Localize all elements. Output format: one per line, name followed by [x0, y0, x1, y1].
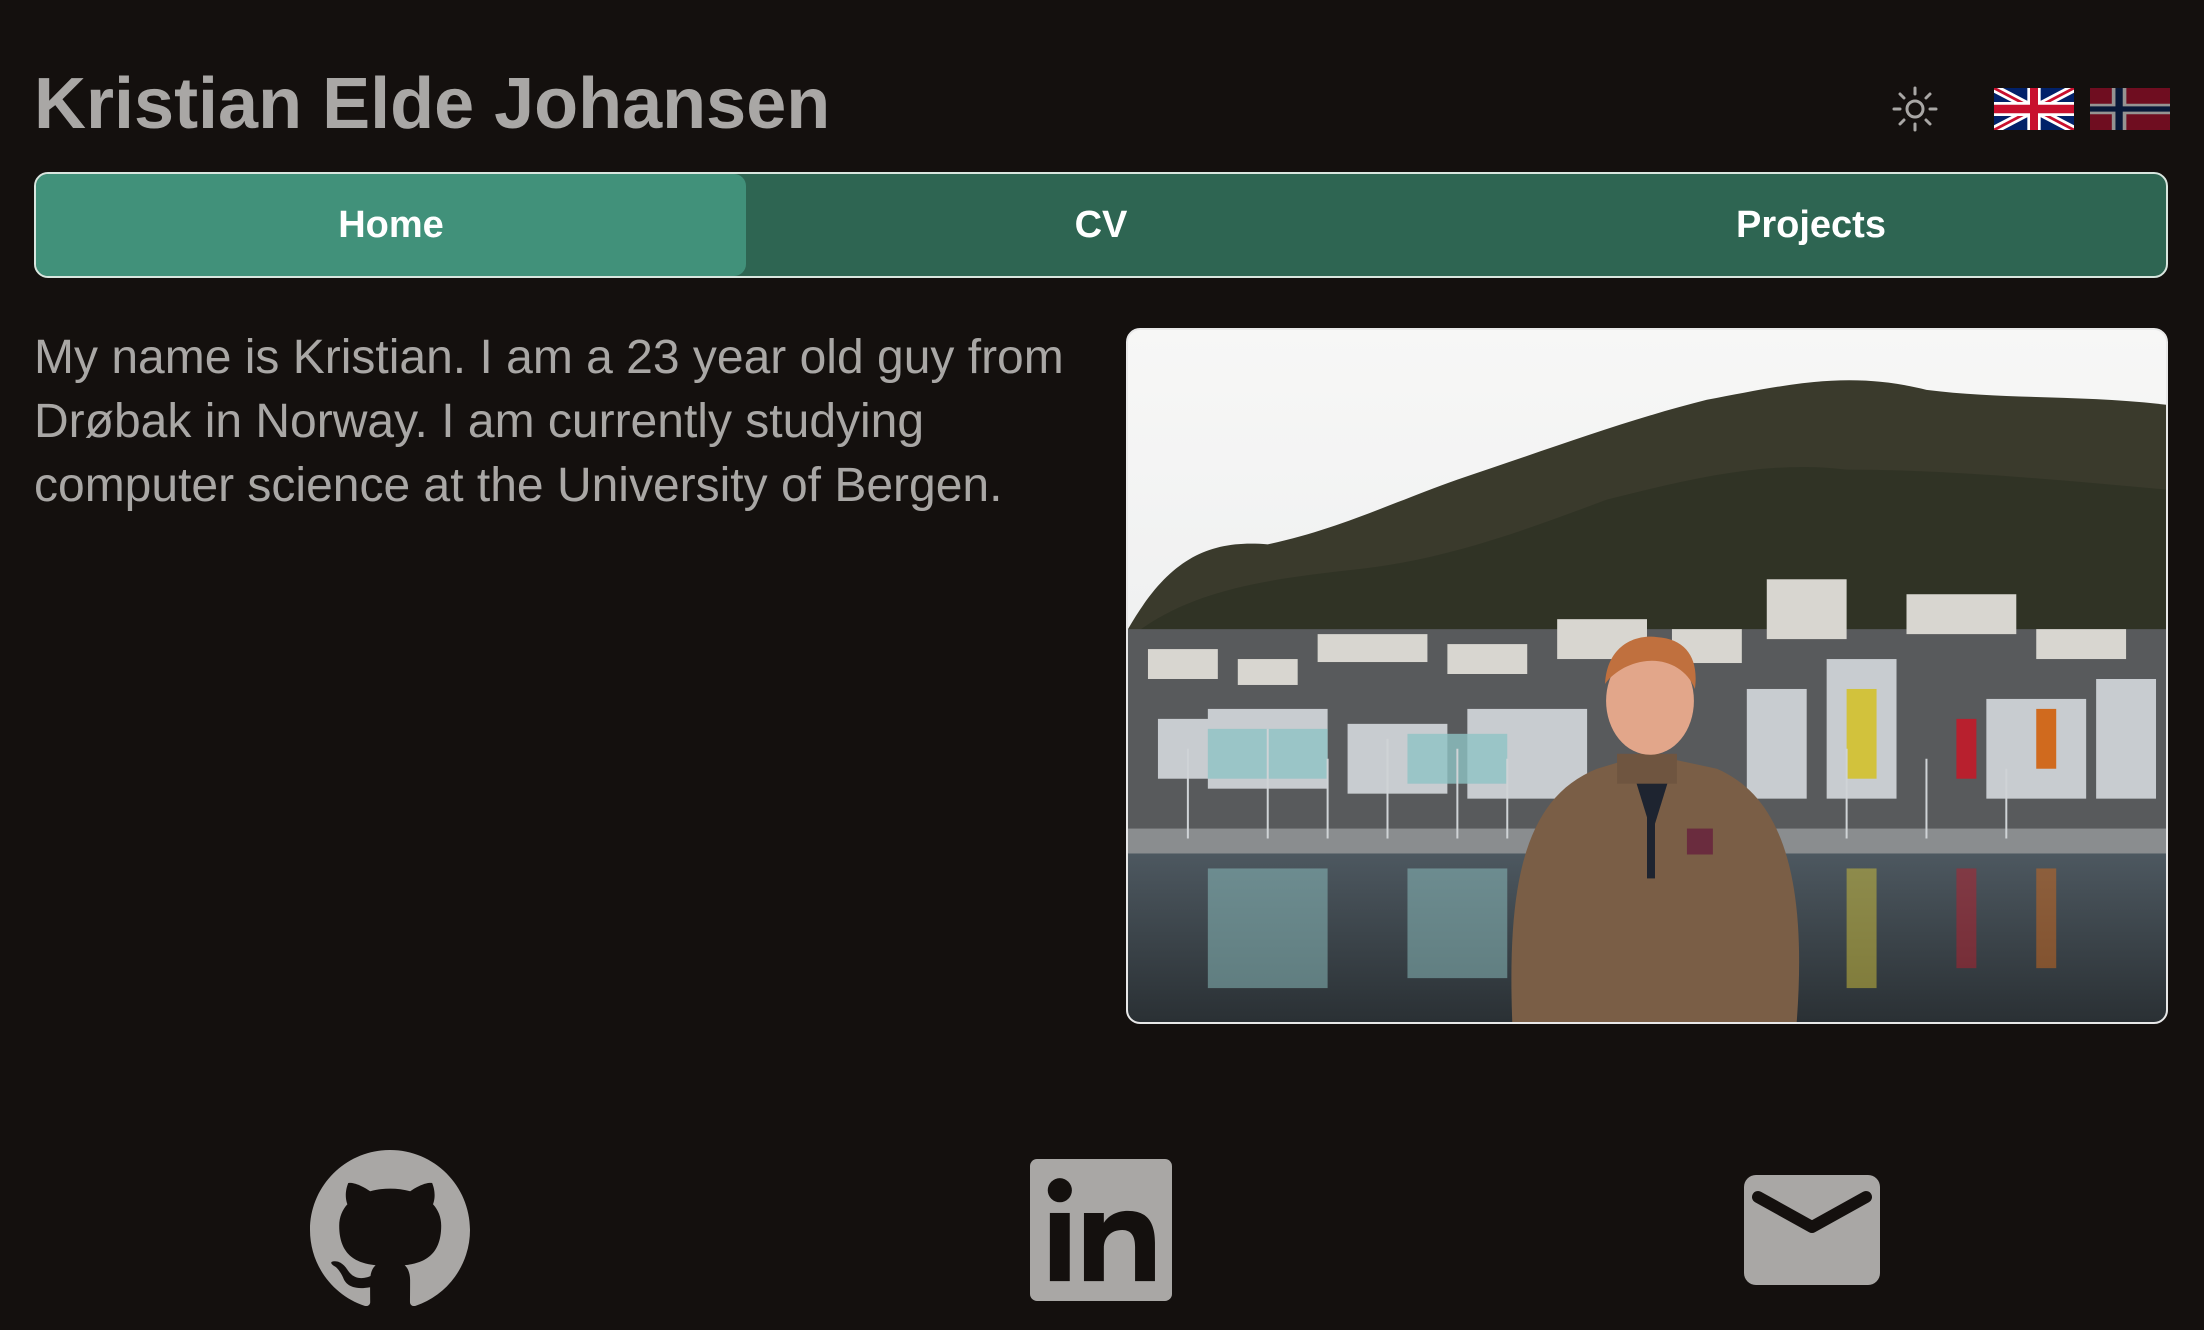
theme-toggle-button[interactable] [1890, 84, 1940, 134]
linkedin-icon [1029, 1159, 1172, 1301]
intro-text: My name is Kristian. I am a 23 year old … [34, 331, 1064, 512]
site-title: Kristian Elde Johansen [34, 64, 831, 144]
main-nav: Home CV Projects [34, 172, 2168, 278]
github-link[interactable] [34, 1150, 745, 1310]
email-link[interactable] [1457, 1150, 2168, 1310]
email-icon [1744, 1175, 1881, 1285]
social-links [34, 1150, 2168, 1310]
tab-home[interactable]: Home [36, 174, 746, 276]
tab-projects[interactable]: Projects [1456, 174, 2166, 276]
portrait-photo [1128, 330, 2166, 1022]
uk-flag-icon[interactable] [1994, 88, 2074, 130]
norway-flag-icon[interactable] [2090, 88, 2170, 130]
tab-cv[interactable]: CV [746, 174, 1456, 276]
linkedin-link[interactable] [745, 1150, 1456, 1310]
github-icon [309, 1150, 470, 1307]
header-controls [1890, 84, 2170, 134]
profile-photo [1126, 328, 2168, 1024]
site-header: Kristian Elde Johansen [34, 52, 2170, 156]
sun-icon [1892, 86, 1938, 132]
